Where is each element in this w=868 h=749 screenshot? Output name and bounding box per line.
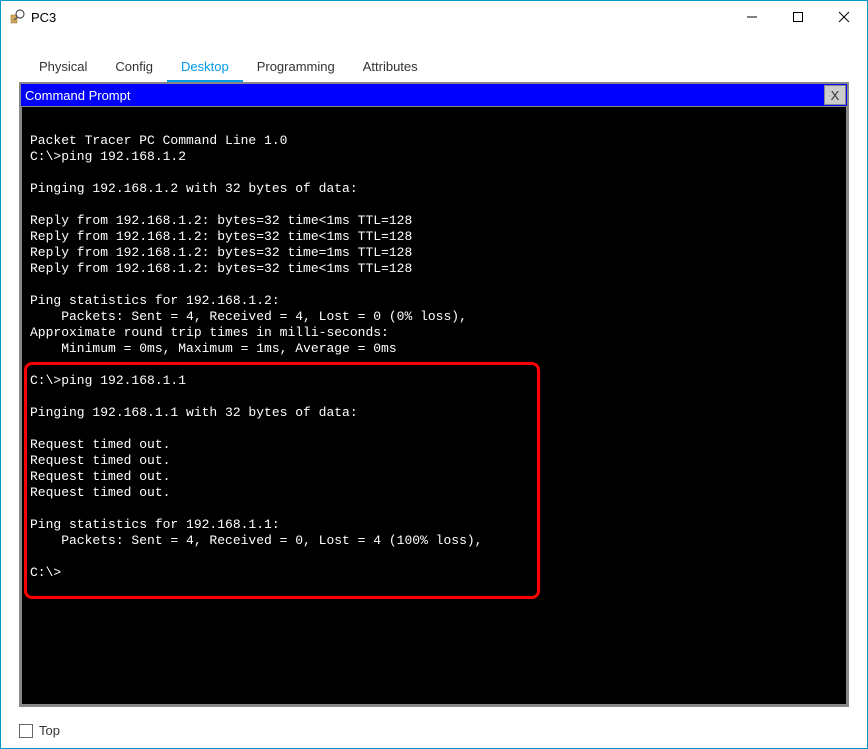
terminal-line: Minimum = 0ms, Maximum = 1ms, Average = … xyxy=(30,341,838,357)
terminal-line xyxy=(30,117,838,133)
tab-config[interactable]: Config xyxy=(101,53,167,82)
terminal-line xyxy=(30,357,838,373)
terminal-line: Packet Tracer PC Command Line 1.0 xyxy=(30,133,838,149)
panel-title: Command Prompt xyxy=(21,88,130,103)
content-area: Physical Config Desktop Programming Attr… xyxy=(1,33,867,748)
terminal-line xyxy=(30,501,838,517)
command-prompt-panel: Command Prompt X Packet Tracer PC Comman… xyxy=(19,82,849,707)
terminal-line: Pinging 192.168.1.1 with 32 bytes of dat… xyxy=(30,405,838,421)
terminal-line: Request timed out. xyxy=(30,469,838,485)
bottom-bar: Top xyxy=(1,717,867,748)
app-icon xyxy=(9,9,25,25)
tab-desktop[interactable]: Desktop xyxy=(167,53,243,82)
terminal-line: C:\>ping 192.168.1.1 xyxy=(30,373,838,389)
panel-close-button[interactable]: X xyxy=(824,85,846,105)
window-title: PC3 xyxy=(31,10,729,25)
tab-attributes[interactable]: Attributes xyxy=(349,53,432,82)
terminal-line: Reply from 192.168.1.2: bytes=32 time<1m… xyxy=(30,229,838,245)
terminal-line xyxy=(30,277,838,293)
tab-programming[interactable]: Programming xyxy=(243,53,349,82)
terminal-line: Reply from 192.168.1.2: bytes=32 time<1m… xyxy=(30,213,838,229)
close-button[interactable] xyxy=(821,1,867,33)
terminal-line: C:\> xyxy=(30,565,838,581)
tab-physical[interactable]: Physical xyxy=(25,53,101,82)
top-checkbox-label: Top xyxy=(39,723,60,738)
terminal-line: Reply from 192.168.1.2: bytes=32 time<1m… xyxy=(30,261,838,277)
terminal-line: Ping statistics for 192.168.1.1: xyxy=(30,517,838,533)
terminal-line: Packets: Sent = 4, Received = 4, Lost = … xyxy=(30,309,838,325)
tabs-row: Physical Config Desktop Programming Attr… xyxy=(1,33,867,82)
top-checkbox-wrap[interactable]: Top xyxy=(19,723,60,738)
window-controls xyxy=(729,1,867,33)
minimize-button[interactable] xyxy=(729,1,775,33)
terminal-line xyxy=(30,421,838,437)
terminal-line: Request timed out. xyxy=(30,485,838,501)
terminal-line xyxy=(30,165,838,181)
window-frame: PC3 Physical Config Desktop Programming … xyxy=(0,0,868,749)
terminal-line: Approximate round trip times in milli-se… xyxy=(30,325,838,341)
terminal-line: C:\>ping 192.168.1.2 xyxy=(30,149,838,165)
terminal-line: Ping statistics for 192.168.1.2: xyxy=(30,293,838,309)
titlebar: PC3 xyxy=(1,1,867,33)
terminal[interactable]: Packet Tracer PC Command Line 1.0C:\>pin… xyxy=(21,106,847,705)
panel-titlebar: Command Prompt X xyxy=(21,84,847,106)
terminal-line: Packets: Sent = 4, Received = 0, Lost = … xyxy=(30,533,838,549)
top-checkbox[interactable] xyxy=(19,724,33,738)
terminal-line xyxy=(30,549,838,565)
terminal-line: Pinging 192.168.1.2 with 32 bytes of dat… xyxy=(30,181,838,197)
terminal-line: Request timed out. xyxy=(30,453,838,469)
terminal-line: Reply from 192.168.1.2: bytes=32 time=1m… xyxy=(30,245,838,261)
terminal-line xyxy=(30,389,838,405)
maximize-button[interactable] xyxy=(775,1,821,33)
terminal-line: Request timed out. xyxy=(30,437,838,453)
terminal-line xyxy=(30,197,838,213)
